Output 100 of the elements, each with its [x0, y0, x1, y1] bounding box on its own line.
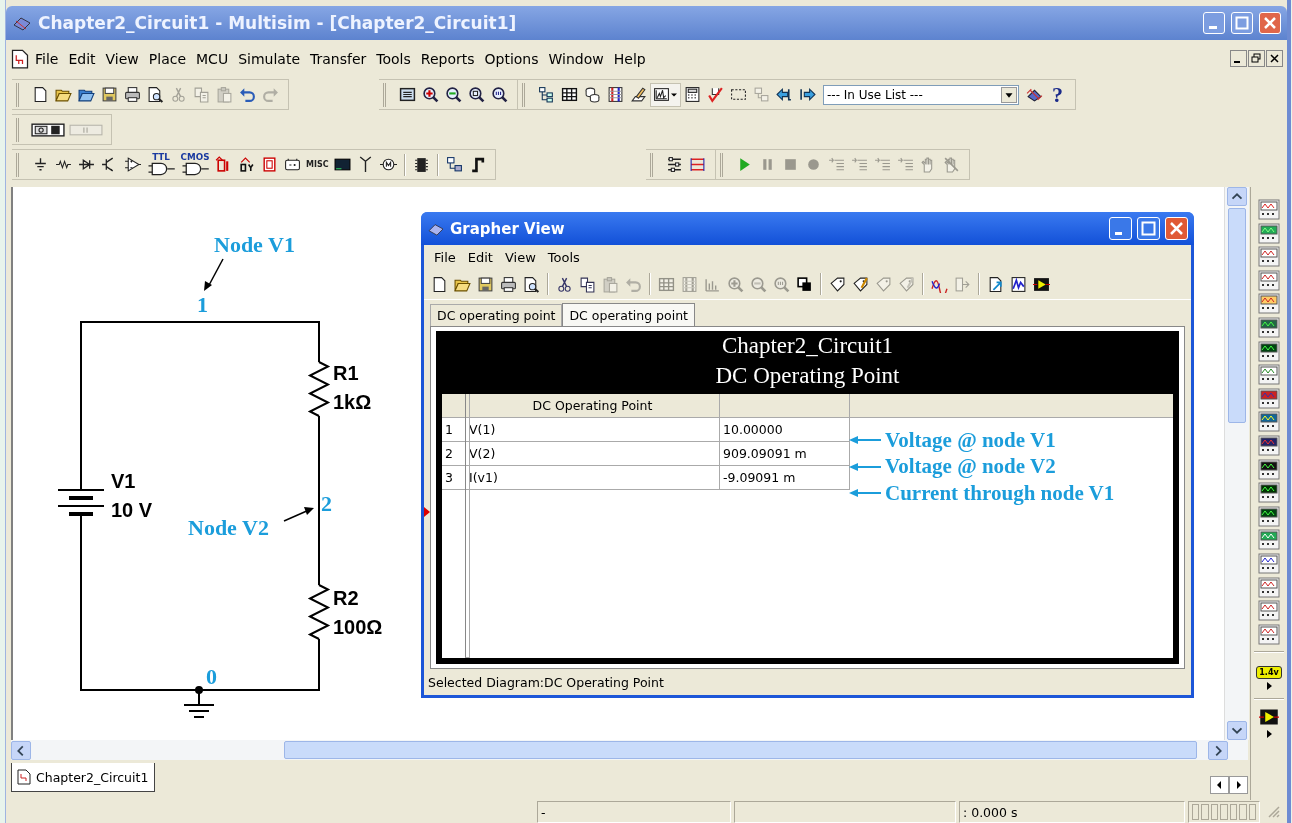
ground-symbol	[183, 686, 215, 718]
tab[interactable]: DC operating point	[562, 303, 695, 327]
instrument-icon[interactable]	[1258, 552, 1280, 574]
app-logo-icon	[427, 221, 445, 236]
scroll-down-button[interactable]	[1227, 721, 1247, 740]
menu-item[interactable]: View	[100, 50, 144, 67]
graph-dropdown-button[interactable]	[650, 82, 681, 107]
callout-label: Voltage @ node V2	[885, 454, 1056, 480]
instrument-icon[interactable]	[1258, 576, 1280, 598]
menu-item[interactable]: File	[30, 50, 64, 67]
minimize-button[interactable]	[1230, 50, 1247, 67]
instrument-icon[interactable]	[1258, 529, 1280, 551]
component-label: R1	[333, 362, 359, 384]
callout-label: Voltage @ node V1	[885, 427, 1056, 453]
leader-arrow	[283, 507, 314, 522]
callout-arrow	[849, 435, 881, 446]
instrument-icon[interactable]	[1258, 600, 1280, 622]
caret-icon[interactable]	[1265, 729, 1273, 740]
instrument-icon[interactable]	[1258, 482, 1280, 504]
status-text: Selected Diagram:DC Operating Point	[427, 673, 665, 692]
help-button[interactable]: ?	[1046, 82, 1069, 107]
menu-item[interactable]: Edit	[63, 50, 101, 67]
callout-arrow	[849, 461, 881, 472]
caret-icon[interactable]	[1265, 681, 1273, 692]
vertical-scrollbar[interactable]	[1224, 187, 1249, 740]
menu-item[interactable]: View	[498, 249, 542, 265]
menu-item[interactable]: Tools	[371, 50, 416, 67]
scroll-right-button[interactable]	[1229, 776, 1248, 794]
component-value: 1kΩ	[333, 391, 372, 413]
app-logo-icon	[12, 15, 32, 31]
component-label: R2	[333, 587, 359, 609]
chart-title: DC Operating Point	[714, 362, 901, 390]
logic-gate-button[interactable]: TTL	[144, 152, 178, 177]
tab[interactable]: DC operating point	[430, 304, 563, 326]
status-pane: : 0.000 s	[959, 801, 1185, 823]
logic-gate-button[interactable]: CMOS	[178, 152, 212, 177]
menu-item[interactable]: Edit	[461, 249, 499, 265]
menu-item[interactable]: Window	[543, 50, 609, 67]
instrument-icon[interactable]	[1258, 222, 1280, 244]
maximize-button[interactable]	[1231, 12, 1253, 34]
table-cell: V(2)	[466, 442, 720, 466]
scroll-right-button[interactable]	[1208, 740, 1228, 760]
row-number: 1	[442, 418, 466, 442]
instrument-icon[interactable]	[1258, 293, 1280, 315]
table-cell: I(v1)	[466, 466, 720, 490]
instrument-icon[interactable]	[1258, 623, 1280, 645]
instrument-icon[interactable]	[1258, 411, 1280, 433]
table-cell: V(1)	[466, 418, 720, 442]
menu-item[interactable]: Transfer	[305, 50, 372, 67]
menu-item[interactable]: Reports	[415, 50, 480, 67]
node-number: 1	[197, 292, 208, 317]
instrument-icon[interactable]	[1258, 364, 1280, 386]
column-header: DC Operating Point	[466, 394, 720, 418]
instrument-icon[interactable]	[1258, 458, 1280, 480]
node-number: 0	[206, 664, 217, 689]
instrument-icon[interactable]	[1258, 316, 1280, 338]
instrument-icon[interactable]	[1258, 246, 1280, 268]
instrument-icon[interactable]	[1258, 505, 1280, 527]
menu-item[interactable]: File	[428, 249, 462, 265]
menu-item[interactable]: Help	[608, 50, 651, 67]
menu-item[interactable]: Simulate	[233, 50, 305, 67]
probe-button[interactable]: 1.4v	[1256, 665, 1282, 679]
table-cell: 10.00000	[720, 418, 850, 442]
menu-item[interactable]: Tools	[541, 249, 586, 265]
node-annotation: Node V2	[188, 515, 269, 540]
close-button[interactable]	[1266, 50, 1283, 67]
document-tab[interactable]: Chapter2_Circuit1	[11, 763, 156, 792]
document-icon[interactable]	[10, 48, 30, 69]
scroll-left-button[interactable]	[11, 740, 31, 760]
menu-item[interactable]: MCU	[191, 50, 234, 67]
horizontal-scrollbar[interactable]	[11, 740, 1248, 760]
row-number: 3	[442, 466, 466, 490]
maximize-button[interactable]	[1137, 217, 1160, 240]
resistor-symbol	[307, 584, 331, 640]
scroll-left-button[interactable]	[1210, 776, 1229, 794]
component-dropdown[interactable]: --- In Use List ---	[823, 84, 1019, 105]
component-value: 100Ω	[333, 616, 383, 638]
table-cell: -9.09091 m	[720, 466, 850, 490]
graph-icon[interactable]	[653, 86, 670, 103]
instrument-icon[interactable]	[1258, 387, 1280, 409]
restore-button[interactable]	[1248, 50, 1265, 67]
instrument-icon[interactable]	[1258, 434, 1280, 456]
scroll-up-button[interactable]	[1227, 187, 1247, 206]
misc-button[interactable]: MISC	[304, 152, 331, 177]
callout-label: Current through node V1	[885, 480, 1115, 506]
instrument-icon[interactable]	[1258, 199, 1280, 220]
instrument-icon[interactable]	[1258, 269, 1280, 291]
battery-symbol	[57, 489, 105, 516]
menu-item[interactable]: Place	[143, 50, 192, 67]
window-title: Grapher View	[450, 219, 566, 238]
leader-arrow	[204, 258, 224, 291]
component-label: V1	[111, 470, 136, 492]
resistor-symbol	[307, 361, 331, 417]
component-value: 10 V	[111, 499, 153, 521]
window-title: Chapter2_Circuit1 - Multisim - [Chapter2_Circuit1]	[38, 13, 518, 33]
row-number: 2	[442, 442, 466, 466]
document-icon	[16, 769, 32, 785]
instrument-icon[interactable]	[1258, 340, 1280, 362]
menu-item[interactable]: Options	[479, 50, 544, 67]
chart-title: Chapter2_Circuit1	[720, 332, 895, 360]
